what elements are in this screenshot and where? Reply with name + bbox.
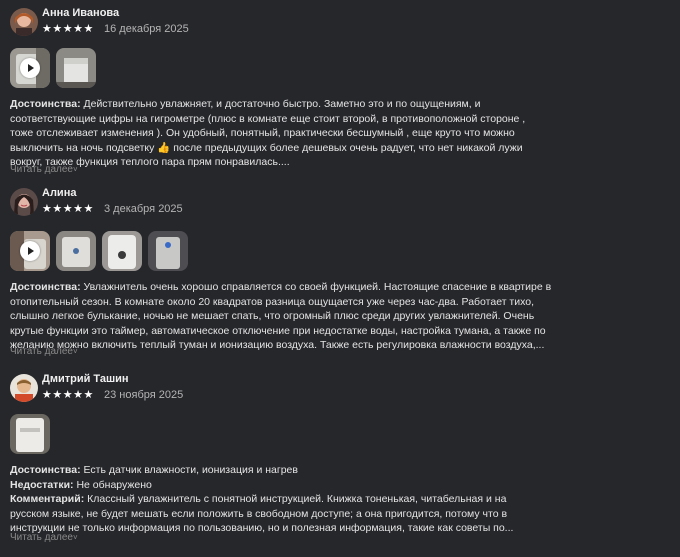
avatar[interactable] (10, 8, 38, 36)
text-line: вокруг, также функция теплого пара прям … (10, 156, 290, 168)
review-card: Дмитрий Ташин ★★★★★ 23 ноября 2025 Досто… (10, 373, 570, 549)
text-line: Классный увлажнитель с понятной инструкц… (84, 493, 507, 505)
text-line: слышно легкое булькание, ночью не мешает… (10, 310, 535, 322)
reviewer-name[interactable]: Анна Иванова (42, 7, 119, 19)
thumbnail-image (56, 48, 96, 88)
text-line: Есть датчик влажности, ионизация и нагре… (80, 464, 298, 476)
reviewer-name[interactable]: Дмитрий Ташин (42, 373, 129, 385)
read-more-label: Читать далее (10, 346, 73, 357)
label-pros: Достоинства: (10, 281, 81, 293)
avatar[interactable] (10, 188, 38, 216)
read-more-link[interactable]: Читать далее˅ (10, 532, 78, 543)
review-photo-thumbnail[interactable] (56, 231, 96, 271)
read-more-label: Читать далее (10, 164, 73, 175)
review-text: Достоинства: Действительно увлажняет, и … (10, 97, 570, 170)
review-card: Алина ★★★★★ 3 декабря 2025 Достоинства: … (10, 187, 570, 360)
read-more-label: Читать далее (10, 532, 73, 543)
review-photo-thumbnail[interactable] (56, 48, 96, 88)
read-more-link[interactable]: Читать далее˅ (10, 164, 78, 175)
text-line: Не обнаружено (73, 478, 152, 491)
review-video-thumbnail[interactable] (10, 48, 50, 88)
label-pros: Достоинства: (10, 98, 81, 110)
review-photo-thumbnail[interactable] (102, 231, 142, 271)
rating-stars: ★★★★★ (42, 389, 94, 401)
review-photo-thumbnail[interactable] (10, 414, 50, 454)
thumbnail-image (102, 231, 142, 271)
avatar-photo (10, 374, 38, 402)
chevron-down-icon: ˅ (72, 533, 78, 542)
review-text: Достоинства: Увлажнитель очень хорошо сп… (10, 280, 570, 353)
review-card: Анна Иванова ★★★★★ 16 декабря 2025 Досто… (10, 7, 570, 178)
review-video-thumbnail[interactable] (10, 231, 50, 271)
thumbnail-image (56, 231, 96, 271)
play-icon[interactable] (20, 241, 40, 261)
avatar-photo (10, 188, 38, 216)
review-photo-thumbnail[interactable] (148, 231, 188, 271)
thumbnail-image (148, 231, 188, 271)
read-more-link[interactable]: Читать далее˅ (10, 346, 78, 357)
review-date: 3 декабря 2025 (104, 203, 183, 215)
review-date: 16 декабря 2025 (104, 23, 189, 35)
reviewer-name[interactable]: Алина (42, 187, 76, 199)
text-line: желанию можно включить теплый туман и ио… (10, 339, 545, 351)
chevron-down-icon: ˅ (72, 165, 78, 174)
chevron-down-icon: ˅ (72, 347, 78, 356)
thumbnail-image (10, 414, 50, 454)
text-line: соответствующие цифры на гигрометре (плю… (10, 112, 526, 125)
avatar[interactable] (10, 374, 38, 402)
text-line: тоже отслеживает изменения ). Он удобный… (10, 127, 515, 139)
review-text: Достоинства: Есть датчик влажности, иони… (10, 463, 570, 536)
review-date: 23 ноября 2025 (104, 389, 184, 401)
text-line: Увлажнитель очень хорошо справляется со … (80, 281, 552, 293)
text-line: отопительный сезон. В комнате около 20 к… (10, 295, 534, 308)
text-line: инструкции не только информация по польз… (10, 522, 514, 534)
text-line: Действительно увлажняет, и достаточно бы… (80, 98, 481, 110)
text-line: крутые функции это таймер, автоматическо… (10, 324, 546, 337)
text-line: выключить на ночь подсветку 👍 после пред… (10, 141, 523, 154)
label-comment: Комментарий: (10, 493, 85, 505)
label-cons: Недостатки: (10, 478, 74, 491)
label-pros: Достоинства: (10, 464, 81, 476)
text-line: русском языке, не будет мешать если поло… (10, 507, 508, 520)
rating-stars: ★★★★★ (42, 23, 94, 35)
avatar-photo (10, 8, 38, 36)
rating-stars: ★★★★★ (42, 203, 94, 215)
play-icon[interactable] (20, 58, 40, 78)
